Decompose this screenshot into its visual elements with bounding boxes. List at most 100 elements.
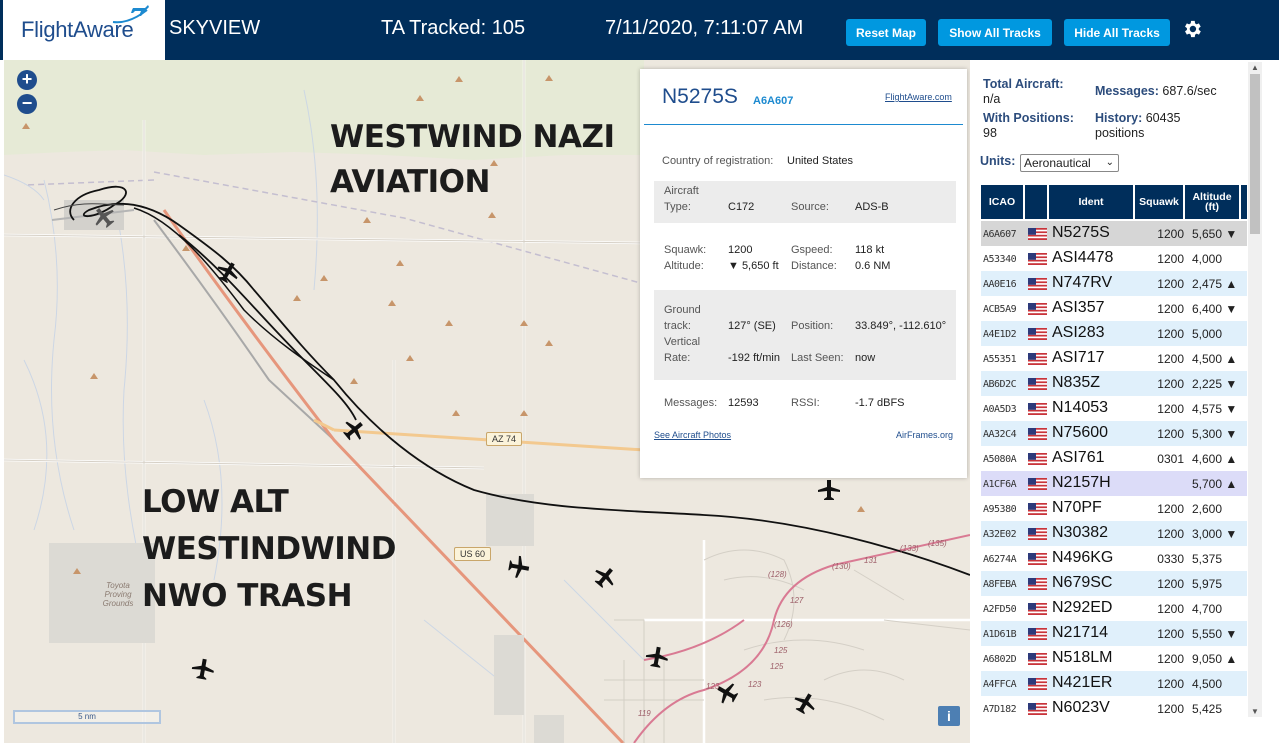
col-icao[interactable]: ICAO <box>981 185 1023 219</box>
hide-all-tracks-button[interactable]: Hide All Tracks <box>1064 19 1170 46</box>
ground-track-label: Ground <box>664 304 701 316</box>
row-altitude: 5,300 ▼ <box>1192 427 1238 441</box>
us-flag-icon <box>1028 603 1047 615</box>
us-flag-icon <box>1028 353 1047 365</box>
annotation-bottom-line3: NWO TRASH <box>142 578 353 614</box>
table-row[interactable]: A95380 N70PF 1200 2,600 <box>981 496 1247 521</box>
row-ident: ASI283 <box>1052 324 1105 341</box>
row-altitude: 5,425 <box>1192 702 1223 716</box>
scrollbar-thumb[interactable] <box>1250 74 1260 234</box>
row-altitude: 5,975 <box>1192 577 1223 591</box>
row-icao: A7D182 <box>983 704 1017 715</box>
scroll-down-icon[interactable]: ▼ <box>1251 707 1259 716</box>
row-squawk: 1200 <box>1157 327 1184 341</box>
row-icao: AB6D2C <box>983 379 1017 390</box>
row-ident: ASI4478 <box>1052 249 1114 266</box>
gear-icon[interactable] <box>1181 18 1203 40</box>
country-value: United States <box>787 155 854 167</box>
source-label: Source: <box>791 201 829 213</box>
table-row[interactable]: A8FEBA N679SC 1200 5,975 <box>981 571 1247 596</box>
table-row[interactable]: A1D61B N21714 1200 5,550 ▼ <box>981 621 1247 646</box>
col-altitude[interactable]: Altitude (ft) <box>1185 185 1239 219</box>
zoom-out-button[interactable]: − <box>17 94 37 114</box>
table-row[interactable]: A4E1D2 ASI283 1200 5,000 <box>981 321 1247 346</box>
row-altitude: 2,225 ▼ <box>1192 377 1238 391</box>
row-ident: N70PF <box>1052 499 1102 516</box>
sidebar-scrollbar[interactable]: ▲ ▼ <box>1248 62 1262 717</box>
col-flag[interactable] <box>1025 185 1047 219</box>
row-squawk: 1200 <box>1157 302 1184 316</box>
us-flag-icon <box>1028 453 1047 465</box>
scroll-up-icon[interactable]: ▲ <box>1251 63 1259 72</box>
table-row[interactable]: A55351 ASI717 1200 4,500 ▲ <box>981 346 1247 371</box>
row-altitude: 2,600 <box>1192 502 1223 516</box>
row-squawk: 1200 <box>1157 502 1184 516</box>
table-row[interactable]: A7D182 N6023V 1200 5,425 <box>981 696 1247 721</box>
table-row[interactable]: A4FFCA N421ER 1200 4,500 <box>981 671 1247 696</box>
us-flag-icon <box>1028 653 1047 665</box>
datetime: 7/11/2020, 7:11:07 AM <box>605 17 804 39</box>
flightaware-logo[interactable]: FlightAware <box>3 0 165 60</box>
annotation-top-line1: WESTWIND NAZI <box>330 119 615 155</box>
route-number: 119 <box>638 709 651 718</box>
row-ident: N5275S <box>1052 224 1110 241</box>
us-flag-icon <box>1028 303 1047 315</box>
top-header: FlightAware SKYVIEW TA Tracked: 105 7/11… <box>0 0 1279 60</box>
col-ident[interactable]: Ident <box>1049 185 1133 219</box>
row-icao: A4FFCA <box>983 679 1017 690</box>
skyview-app: FlightAware SKYVIEW TA Tracked: 105 7/11… <box>0 0 1279 743</box>
airframes-link[interactable]: AirFrames.org <box>896 427 953 443</box>
popup-flightaware-link[interactable]: FlightAware.com <box>885 92 952 102</box>
table-row[interactable]: A6274A N496KG 0330 5,375 <box>981 546 1247 571</box>
reset-map-button[interactable]: Reset Map <box>846 19 926 46</box>
zoom-in-button[interactable]: + <box>17 70 37 90</box>
us-flag-icon <box>1028 578 1047 590</box>
table-row[interactable]: AA32C4 N75600 1200 5,300 ▼ <box>981 421 1247 446</box>
table-row[interactable]: AA0E16 N747RV 1200 2,475 ▲ <box>981 271 1247 296</box>
row-ident: N6023V <box>1052 699 1110 716</box>
annotation-top-line2: AVIATION <box>330 164 490 200</box>
route-number: (126) <box>774 620 793 629</box>
ground-track-label-2: track: <box>664 320 691 332</box>
row-altitude: 4,575 ▼ <box>1192 402 1238 416</box>
units-select[interactable]: Aeronautical ⌄ <box>1020 154 1119 172</box>
popup-hex[interactable]: A6A607 <box>753 95 793 107</box>
see-aircraft-photos-link[interactable]: See Aircraft Photos <box>654 427 731 443</box>
table-row[interactable]: A0A5D3 N14053 1200 4,575 ▼ <box>981 396 1247 421</box>
us-flag-icon <box>1028 478 1047 490</box>
table-row[interactable]: AB6D2C N835Z 1200 2,225 ▼ <box>981 371 1247 396</box>
tracked-count: TA Tracked: 105 <box>381 17 526 39</box>
col-squawk[interactable]: Squawk <box>1135 185 1183 219</box>
show-all-tracks-button[interactable]: Show All Tracks <box>938 19 1052 46</box>
aircraft-info-popup: N5275S A6A607 FlightAware.com Country of… <box>640 69 967 478</box>
table-row[interactable]: ACB5A9 ASI357 1200 6,400 ▼ <box>981 296 1247 321</box>
table-row[interactable]: A6802D N518LM 1200 9,050 ▲ <box>981 646 1247 671</box>
row-ident: N30382 <box>1052 524 1109 541</box>
history-unit: positions <box>1095 126 1145 140</box>
row-squawk: 1200 <box>1157 252 1184 266</box>
distance-value: 0.6 NM <box>855 260 891 272</box>
route-number: 127 <box>790 596 804 605</box>
table-row[interactable]: A5080A ASI761 0301 4,600 ▲ <box>981 446 1247 471</box>
units-select-value: Aeronautical <box>1024 156 1091 170</box>
route-number: 123 <box>748 680 762 689</box>
table-row[interactable]: A2FD50 N292ED 1200 4,700 <box>981 596 1247 621</box>
history-value: 60435 <box>1145 111 1181 125</box>
us-flag-icon <box>1028 328 1047 340</box>
table-row[interactable]: A53340 ASI4478 1200 4,000 <box>981 246 1247 271</box>
table-row[interactable]: A6A607 N5275S 1200 5,650 ▼ <box>981 221 1247 246</box>
row-squawk: 1200 <box>1157 677 1184 691</box>
total-aircraft-label: Total Aircraft: <box>983 77 1064 91</box>
row-altitude: 5,000 <box>1192 327 1223 341</box>
route-number: (130) <box>832 562 851 571</box>
row-altitude: 6,400 ▼ <box>1192 302 1238 316</box>
row-squawk: 0301 <box>1157 452 1184 466</box>
row-altitude: 9,050 ▲ <box>1192 652 1238 666</box>
row-altitude: 4,000 <box>1192 252 1223 266</box>
chevron-down-icon: ⌄ <box>1105 157 1114 168</box>
us-flag-icon <box>1028 678 1047 690</box>
table-row[interactable]: A32E02 N30382 1200 3,000 ▼ <box>981 521 1247 546</box>
table-row[interactable]: A1CF6A N2157H 5,700 ▲ <box>981 471 1247 496</box>
messages-rate: Messages: 687.6/sec <box>1095 84 1217 99</box>
map-info-button[interactable]: i <box>938 706 960 726</box>
